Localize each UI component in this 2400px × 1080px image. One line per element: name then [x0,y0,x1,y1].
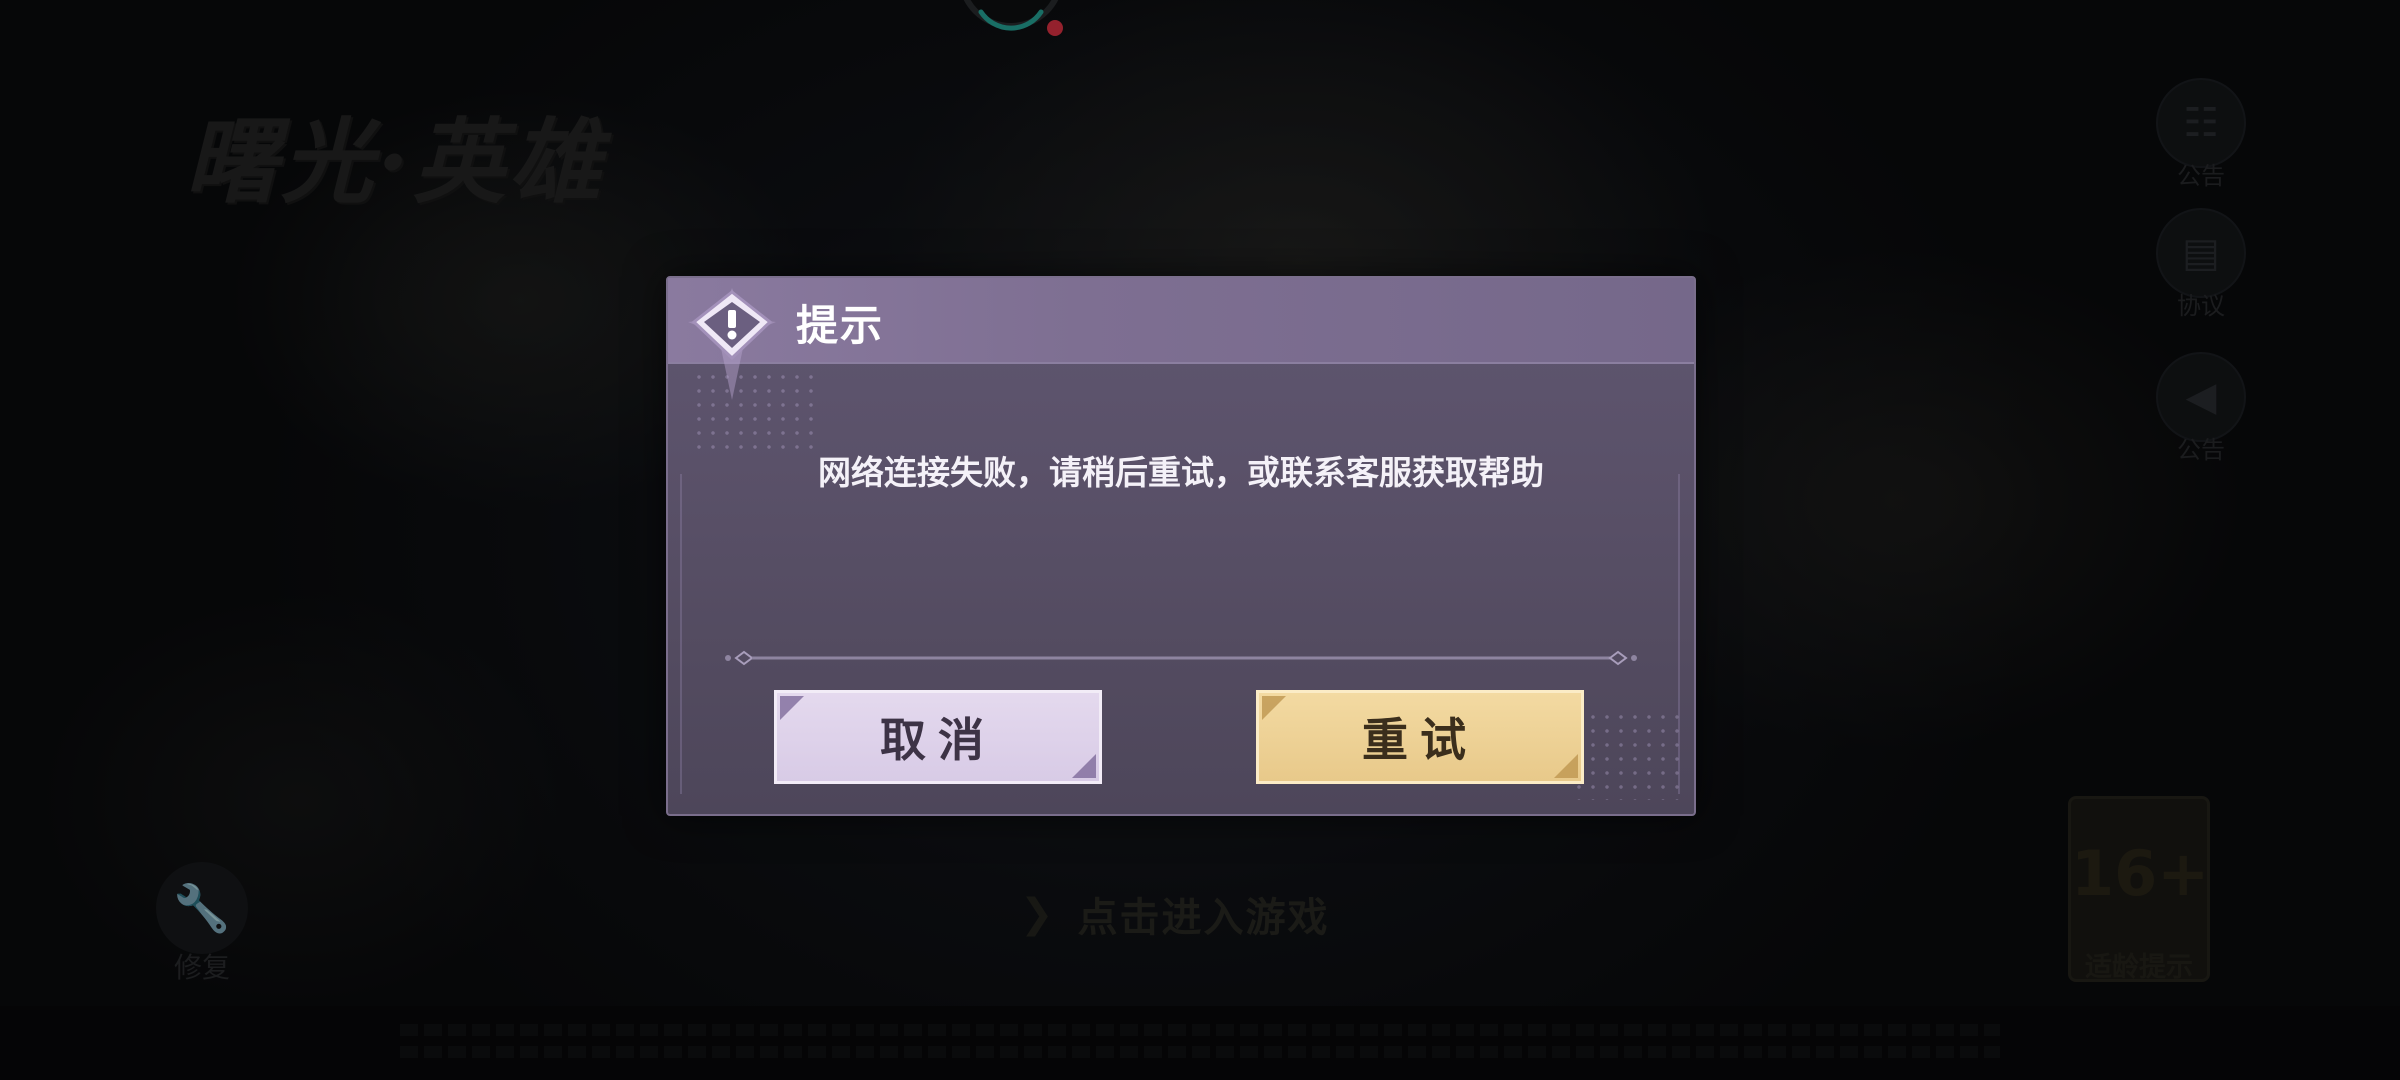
retry-button-label: 重试 [1362,713,1478,767]
retry-button[interactable]: 重试 [1256,690,1584,784]
cancel-button-label: 取消 [880,713,996,767]
cancel-button[interactable]: 取消 [774,690,1102,784]
frame-line [680,474,682,794]
dialog-divider [725,650,1637,666]
button-corner-decoration [1554,754,1578,778]
dialog-message: 网络连接失败，请稍后重试，或联系客服获取帮助 [818,453,1544,492]
decorative-dots [1572,710,1682,800]
network-error-dialog: 提示 网络连接失败，请稍后重试，或联系客服获取帮助 取消 重试 [666,276,1696,816]
button-corner-decoration [1262,696,1286,720]
button-corner-decoration [780,696,804,720]
button-corner-decoration [1072,754,1096,778]
dialog-title: 提示 [796,301,885,350]
frame-line [1678,474,1680,794]
decorative-dots [692,370,822,450]
game-launch-screen: 曙光·英雄 ☷ 公告 ▤ 协议 ◀ 公告 🔧 修复 ❯ 点击进入游戏 16+ 适… [0,0,2400,1080]
